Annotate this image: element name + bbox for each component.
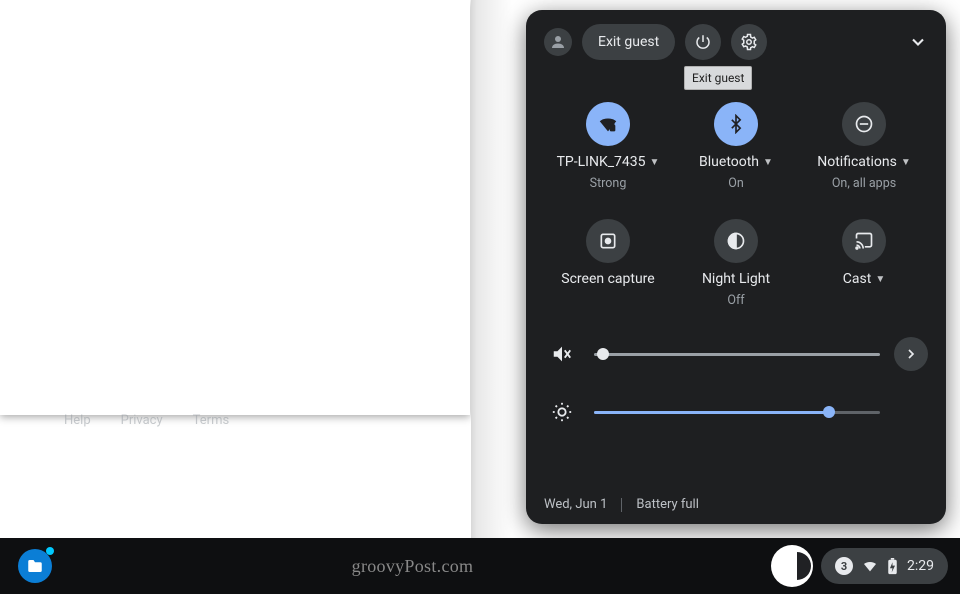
nightlight-status: Off — [727, 293, 744, 308]
wifi-status: Strong — [590, 176, 627, 191]
exit-guest-button[interactable]: Exit guest — [582, 24, 675, 60]
night-indicator-icon — [797, 552, 811, 580]
volume-row — [544, 336, 928, 372]
cast-icon[interactable] — [842, 219, 886, 263]
dnd-icon[interactable] — [842, 102, 886, 146]
screen-capture-label[interactable]: Screen capture — [561, 271, 654, 287]
files-app-icon[interactable] — [18, 549, 52, 583]
settings-button[interactable] — [731, 24, 767, 60]
date-label: Wed, Jun 1 — [544, 497, 607, 512]
audio-output-button[interactable] — [894, 337, 928, 371]
nightlight-icon[interactable] — [714, 219, 758, 263]
wifi-label[interactable]: TP-LINK_7435▼ — [557, 154, 660, 170]
link-privacy[interactable]: Privacy — [121, 413, 163, 428]
chevron-down-icon: ▼ — [901, 157, 911, 168]
mute-icon[interactable] — [544, 336, 580, 372]
wifi-toggle: TP-LINK_7435▼ Strong — [544, 102, 672, 191]
panel-footer: Wed, Jun 1 Battery full — [544, 485, 928, 512]
cast-label[interactable]: Cast▼ — [843, 271, 885, 287]
quick-toggle-grid: TP-LINK_7435▼ Strong Bluetooth▼ On Notif… — [544, 102, 928, 308]
power-button[interactable] — [685, 24, 721, 60]
nightlight-toggle: Night Light Off — [672, 219, 800, 308]
brightness-icon[interactable] — [544, 394, 580, 430]
watermark: groovyPost.com — [52, 556, 773, 577]
chevron-down-icon: ▼ — [763, 157, 773, 168]
collapse-button[interactable] — [908, 32, 928, 52]
guest-avatar-icon[interactable] — [544, 28, 572, 56]
link-help[interactable]: Help — [64, 413, 91, 428]
page-footer-links: Help Privacy Terms — [64, 413, 229, 428]
wifi-tray-icon — [862, 558, 878, 574]
link-terms[interactable]: Terms — [193, 413, 230, 428]
volume-slider[interactable] — [594, 353, 880, 356]
battery-tray-icon — [887, 558, 898, 575]
quick-settings-panel: Exit guest Exit guest TP-LINK_7435▼ Stro… — [526, 10, 946, 524]
bluetooth-toggle: Bluetooth▼ On — [672, 102, 800, 191]
brightness-slider[interactable] — [594, 411, 880, 414]
status-tray[interactable]: 3 2:29 — [821, 548, 948, 584]
bluetooth-status: On — [728, 176, 744, 191]
notifications-status: On, all apps — [832, 176, 896, 191]
notifications-label[interactable]: Notifications▼ — [817, 154, 911, 170]
battery-status: Battery full — [636, 497, 698, 512]
brightness-row — [544, 394, 928, 430]
cast-toggle: Cast▼ — [800, 219, 928, 308]
nightlight-label[interactable]: Night Light — [702, 271, 770, 287]
clock: 2:29 — [907, 558, 934, 574]
screen-capture-icon[interactable] — [586, 219, 630, 263]
notification-badge: 3 — [835, 557, 853, 575]
bluetooth-icon[interactable] — [714, 102, 758, 146]
panel-header: Exit guest — [544, 24, 928, 60]
bluetooth-label[interactable]: Bluetooth▼ — [699, 154, 773, 170]
browser-window — [0, 0, 470, 415]
exit-guest-tooltip: Exit guest — [684, 66, 752, 90]
notifications-toggle: Notifications▼ On, all apps — [800, 102, 928, 191]
chevron-down-icon: ▼ — [650, 157, 660, 168]
taskbar: groovyPost.com 3 2:29 — [0, 538, 960, 594]
screen-capture-toggle: Screen capture — [544, 219, 672, 308]
chevron-down-icon: ▼ — [875, 274, 885, 285]
wifi-icon[interactable] — [586, 102, 630, 146]
